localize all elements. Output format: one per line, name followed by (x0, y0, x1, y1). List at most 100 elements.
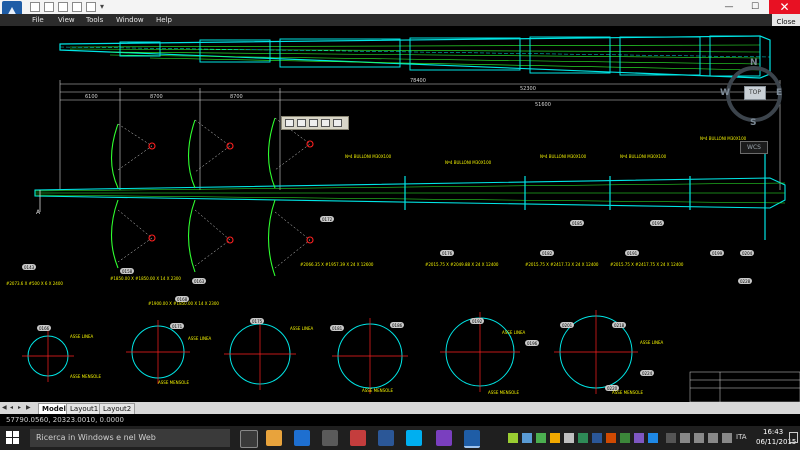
bubble-0168: 0168 (177, 297, 188, 302)
tray-app-icon[interactable] (592, 433, 602, 443)
bolt-note-2: Nº4 BULLONI M30X100 (445, 160, 492, 165)
task-view-icon[interactable] (240, 430, 258, 448)
redo-icon[interactable] (86, 2, 96, 12)
side-label-4: ASSE MENSOLE (158, 380, 190, 385)
dimension-toolbar (281, 116, 349, 130)
side-label-7: ASSE LINEA (502, 330, 526, 335)
tray-app-icon[interactable] (620, 433, 630, 443)
menu-tools[interactable]: Tools (86, 14, 103, 26)
aligned-dim-icon[interactable] (297, 119, 306, 127)
bolt-note-3: Nº4 BULLONI M30X100 (540, 154, 587, 159)
side-label-2: ASSE MENSOLE (70, 374, 102, 379)
side-label-1: ASSE LINEA (70, 334, 94, 339)
side-label-9: ASSE LINEA (640, 340, 664, 345)
tray-app-icon[interactable] (606, 433, 616, 443)
plan-beam: A (34, 150, 786, 240)
tray-app-icon[interactable] (564, 433, 574, 443)
angular-dim-icon[interactable] (309, 119, 318, 127)
outlook-icon[interactable] (350, 430, 366, 446)
next-tab-icon[interactable]: ▸ (18, 404, 25, 412)
tray-app-icon[interactable] (634, 433, 644, 443)
undo-icon[interactable] (72, 2, 82, 12)
section-note-4: #2015.75 X #2417.75 X 24 X 12400 (610, 262, 684, 267)
compass-west[interactable]: W (720, 88, 730, 98)
edge-icon[interactable] (294, 430, 310, 446)
tray-app-icon[interactable] (508, 433, 518, 443)
dwg-viewer-task-icon[interactable] (464, 430, 480, 448)
tray-app-icon[interactable] (536, 433, 546, 443)
tray-app-icon[interactable] (550, 433, 560, 443)
section-note-2: #2015.75 X #2049.88 X 24 X 12400 (425, 262, 499, 267)
bubble-0158: 0158 (122, 269, 133, 274)
taskbar-search-input[interactable]: Ricerca in Windows e nel Web (30, 429, 230, 447)
maximize-button[interactable]: ☐ (743, 0, 767, 14)
title-block (689, 371, 800, 402)
linear-dim-icon[interactable] (285, 119, 294, 127)
app-icon[interactable] (436, 430, 452, 446)
skype-icon[interactable] (406, 430, 422, 446)
leader-icon[interactable] (333, 119, 342, 127)
lower-note-2: #1850.00 X #1850.00 X 14 X 2300 (110, 276, 181, 281)
show-hidden-icons-icon[interactable] (666, 433, 676, 443)
bubble-0175: 0175 (252, 319, 263, 324)
last-tab-icon[interactable]: ▶ (26, 404, 33, 412)
wcs-menu[interactable]: WCS (740, 141, 768, 154)
keyboard-icon[interactable] (722, 433, 732, 443)
chevron-down-icon[interactable]: ▾ (100, 2, 104, 12)
bubble-0191: 0191 (627, 251, 638, 256)
bubble-0185: 0185 (572, 221, 583, 226)
menu-file[interactable]: File (32, 14, 44, 26)
open-icon[interactable] (30, 2, 40, 12)
clock-time[interactable]: 16:43 (763, 428, 783, 436)
compass-north[interactable]: N (750, 58, 758, 68)
side-label-10: ASSE MENSOLE (612, 390, 644, 395)
drawing-canvas[interactable]: 78400 52300 6100 8700 8700 51600 A Nº4 B… (0, 26, 800, 402)
radius-dim-icon[interactable] (321, 119, 330, 127)
dim-seg-right: 51600 (535, 102, 551, 108)
input-language[interactable]: ITA (736, 433, 747, 441)
side-label-6: ASSE MENSOLE (362, 388, 394, 393)
bubble-0196: 0196 (527, 341, 538, 346)
bubble-0171: 0171 (172, 324, 183, 329)
menu-help[interactable]: Help (156, 14, 172, 26)
first-tab-icon[interactable]: ◀ (2, 404, 9, 412)
menu-window[interactable]: Window (116, 14, 144, 26)
bubble-0195: 0195 (652, 221, 663, 226)
tray-app-icon[interactable] (648, 433, 658, 443)
bubble-0182: 0182 (542, 251, 553, 256)
windows-start-icon[interactable] (6, 431, 20, 445)
network-icon[interactable] (694, 433, 704, 443)
compass-east[interactable]: E (776, 88, 782, 98)
taskbar: Ricerca in Windows e nel Web ITA 16:43 0… (0, 426, 800, 450)
save-icon[interactable] (44, 2, 54, 12)
viewcube-top-face[interactable]: TOP (744, 86, 766, 100)
action-center-icon[interactable] (789, 432, 798, 443)
bubble-0181: 0181 (332, 326, 343, 331)
volume-icon[interactable] (708, 433, 718, 443)
menu-view[interactable]: View (58, 14, 75, 26)
side-label-5: ASSE LINEA (290, 326, 314, 331)
compass-south[interactable]: S (750, 118, 756, 128)
dim-right: 52300 (520, 86, 536, 92)
side-label-8: ASSE MENSOLE (488, 390, 520, 395)
tray-app-icon[interactable] (522, 433, 532, 443)
bolt-note-1: Nº4 BULLONI M30X100 (345, 154, 392, 159)
section-note-3: #2015.75 X #2417.73 X 24 X 12400 (525, 262, 599, 267)
bubble-0204: 0204 (742, 251, 753, 256)
word-icon[interactable] (378, 430, 394, 446)
section-circles (22, 310, 638, 394)
bubble-0176: 0176 (442, 251, 453, 256)
bolt-note-4: Nº4 BULLONI M30X100 (620, 154, 667, 159)
minimize-button[interactable]: — (717, 0, 741, 14)
title-bar: ▾ — ☐ ✕ (0, 0, 800, 14)
store-icon[interactable] (322, 430, 338, 446)
coordinate-readout: 57790.0560, 20323.0010, 0.0000 (6, 416, 125, 424)
window-close-button[interactable]: ✕ (769, 0, 800, 14)
viewcube[interactable]: N S W E TOP (720, 58, 782, 128)
dim-overall: 78400 (410, 78, 426, 84)
battery-icon[interactable] (680, 433, 690, 443)
print-icon[interactable] (58, 2, 68, 12)
file-explorer-icon[interactable] (266, 430, 282, 446)
prev-tab-icon[interactable]: ◂ (10, 404, 17, 412)
tray-app-icon[interactable] (578, 433, 588, 443)
